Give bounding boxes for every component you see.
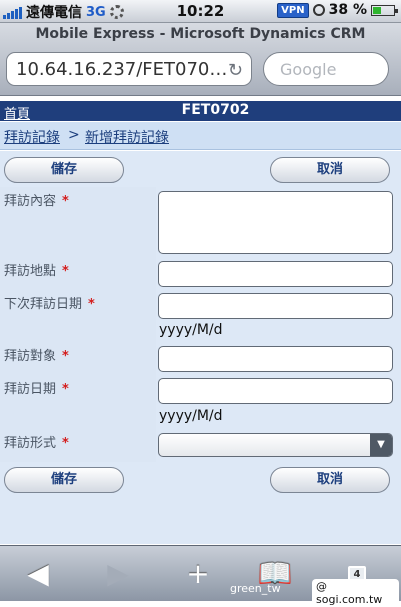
breadcrumb-separator: >	[68, 127, 80, 143]
cancel-button-bottom[interactable]: 取消	[270, 467, 390, 493]
battery-icon	[371, 4, 398, 16]
save-button-top[interactable]: 儲存	[4, 157, 124, 183]
next-visit-date-input[interactable]	[158, 293, 393, 319]
watermark-site: @ sogi.com.tw	[312, 579, 399, 607]
watermark: green_tw @ sogi.com.tw	[230, 577, 399, 607]
reload-icon[interactable]: ↻	[228, 60, 243, 81]
rotation-lock-icon	[312, 4, 325, 16]
record-id: FET0702	[181, 102, 250, 118]
visit-date-row: 拜訪日期 * yyyy/M/d	[0, 375, 401, 429]
visit-target-input[interactable]	[158, 346, 393, 372]
visit-type-label: 拜訪形式 *	[4, 436, 69, 451]
battery-percent: 38 %	[328, 2, 367, 18]
visit-type-select[interactable]: ▼	[158, 433, 393, 457]
visit-content-label: 拜訪內容 *	[4, 194, 69, 209]
vpn-icon: VPN	[277, 2, 309, 18]
browser-top-bar: Mobile Express - Microsoft Dynamics CRM …	[0, 23, 401, 96]
address-bar[interactable]: 10.64.16.237/FET070… ↻	[6, 52, 252, 86]
visit-content-row: 拜訪內容 *	[0, 187, 401, 257]
watermark-user: green_tw	[230, 582, 281, 595]
next-visit-date-row: 下次拜訪日期 * yyyy/M/d	[0, 290, 401, 342]
next-visit-date-format-hint: yyyy/M/d	[159, 322, 223, 338]
visit-date-label: 拜訪日期 *	[4, 382, 69, 397]
visit-content-textarea[interactable]	[158, 191, 393, 254]
visit-type-row: 拜訪形式 * ▼	[0, 429, 401, 462]
save-button-bottom[interactable]: 儲存	[4, 467, 124, 493]
url-text: 10.64.16.237/FET070…	[16, 59, 228, 80]
breadcrumb-current-link[interactable]: 新增拜訪記錄	[85, 127, 169, 147]
top-button-row: 儲存 取消	[0, 153, 401, 187]
forward-icon: ▶	[107, 557, 129, 590]
visit-location-input[interactable]	[158, 261, 393, 287]
back-icon[interactable]: ◀	[16, 554, 60, 594]
breadcrumb: 拜訪記錄 > 新增拜訪記錄	[0, 122, 401, 150]
status-right: VPN 38 %	[277, 2, 398, 18]
add-bookmark-icon[interactable]: +	[176, 554, 220, 594]
search-input[interactable]: Google	[263, 52, 389, 86]
visit-date-format-hint: yyyy/M/d	[159, 408, 223, 424]
visit-target-row: 拜訪對象 *	[0, 342, 401, 375]
visit-target-label: 拜訪對象 *	[4, 349, 69, 364]
search-placeholder: Google	[280, 60, 337, 79]
status-bar: 遠傳電信 3G 10:22 VPN 38 %	[0, 0, 401, 23]
cancel-button-top[interactable]: 取消	[270, 157, 390, 183]
visit-location-row: 拜訪地點 *	[0, 257, 401, 290]
visit-date-input[interactable]	[158, 378, 393, 404]
crm-header: 首頁 FET0702	[0, 101, 401, 122]
next-visit-date-label: 下次拜訪日期 *	[4, 297, 95, 312]
breadcrumb-parent-link[interactable]: 拜訪記錄	[4, 127, 60, 147]
chevron-down-icon: ▼	[370, 434, 392, 456]
bottom-button-row: 儲存 取消	[0, 463, 401, 497]
page-title: Mobile Express - Microsoft Dynamics CRM	[35, 26, 366, 42]
visit-location-label: 拜訪地點 *	[4, 264, 69, 279]
